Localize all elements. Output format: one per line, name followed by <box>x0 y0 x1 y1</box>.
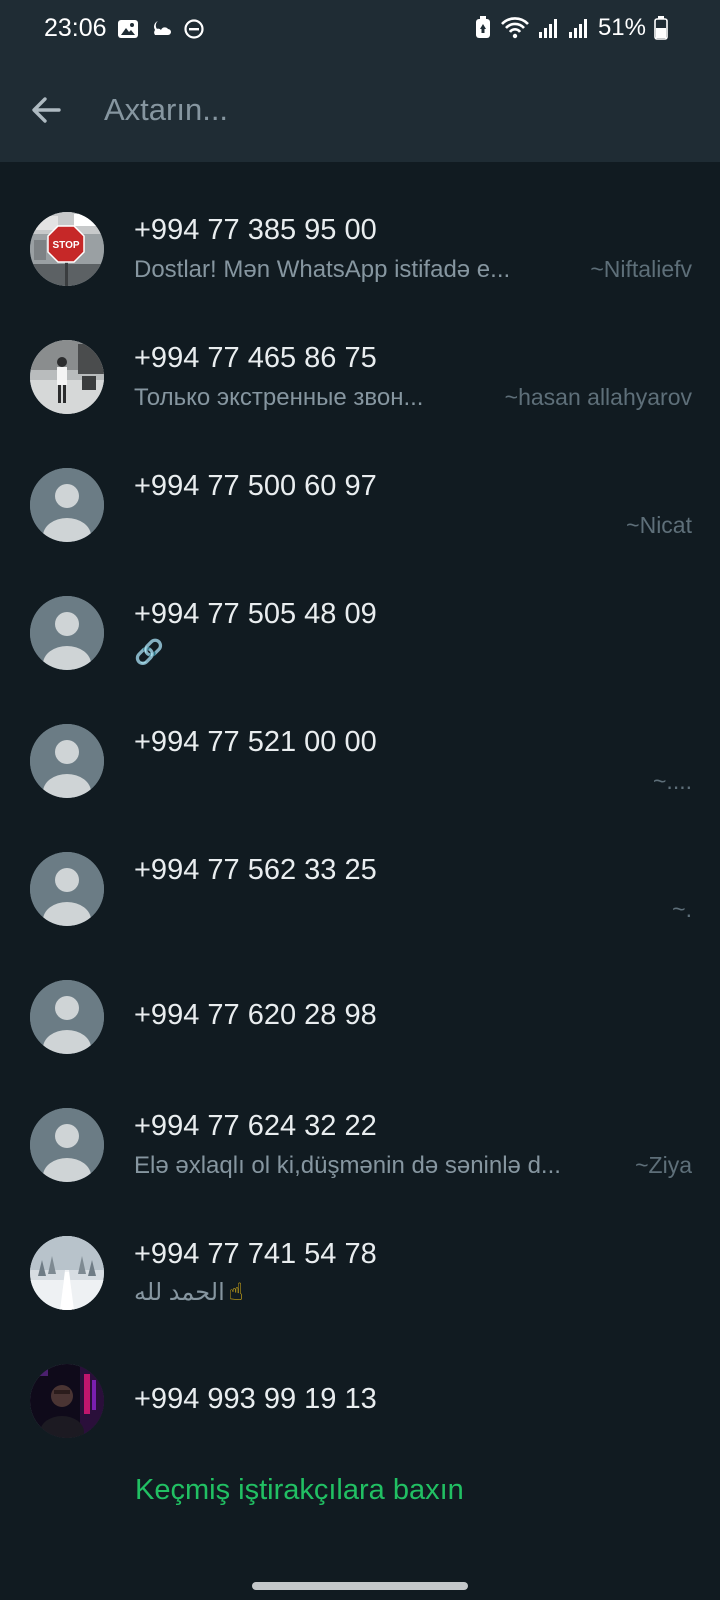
avatar[interactable] <box>30 852 104 926</box>
default-avatar-icon <box>30 852 104 926</box>
link-icon: 🔗 <box>134 639 164 666</box>
signal-icon <box>538 17 560 39</box>
contact-status-text: الحمد لله <box>134 1279 225 1306</box>
list-item[interactable]: +994 77 741 54 78 الحمد لله ☝ <box>0 1208 720 1336</box>
contact-status: 🔗 <box>134 638 164 667</box>
contact-pushname: ~Nicat <box>626 512 692 538</box>
contact-number: +994 77 521 00 00 <box>134 726 377 758</box>
contact-number: +994 77 385 95 00 <box>134 214 377 246</box>
avatar[interactable] <box>30 980 104 1054</box>
list-item[interactable]: +994 77 624 32 22 Elə əxlaqlı ol ki,düşm… <box>0 1080 720 1208</box>
navigation-bar <box>0 1540 720 1600</box>
battery-saver-icon <box>474 16 492 40</box>
contact-pushname: ~. <box>672 896 692 922</box>
contact-number: +994 77 500 60 97 <box>134 470 377 502</box>
contact-number: +994 77 620 28 98 <box>134 999 377 1031</box>
search-input[interactable] <box>104 82 684 138</box>
contact-list: STOP +994 77 385 95 00 Dostlar! Mən What… <box>0 184 720 1464</box>
contact-status: Elə əxlaqlı ol ki,düşmənin də səninlə d.… <box>134 1152 561 1179</box>
contact-status: الحمد لله ☝ <box>134 1278 243 1307</box>
list-item[interactable]: +994 993 99 19 13 <box>0 1336 720 1464</box>
list-item[interactable]: +994 77 500 60 97 ~Nicat <box>0 440 720 568</box>
battery-icon <box>654 16 668 40</box>
list-item[interactable]: +994 77 521 00 00 ~.... <box>0 696 720 824</box>
arrow-left-icon <box>32 97 61 123</box>
default-avatar-icon <box>30 1108 104 1182</box>
list-item[interactable]: +994 77 562 33 25 ~. <box>0 824 720 952</box>
signal-icon <box>568 17 590 39</box>
avatar[interactable] <box>30 468 104 542</box>
avatar[interactable] <box>30 1108 104 1182</box>
list-item[interactable]: +994 77 505 48 09 🔗 <box>0 568 720 696</box>
avatar[interactable] <box>30 1236 104 1310</box>
list-item[interactable]: +994 77 620 28 98 <box>0 952 720 1080</box>
svg-text:STOP: STOP <box>52 240 79 251</box>
contact-status: Только экстренные звон... <box>134 384 424 411</box>
contact-number: +994 993 99 19 13 <box>134 1383 377 1415</box>
gallery-icon <box>117 18 139 40</box>
contact-pushname: ~Niftaliefv <box>590 256 692 282</box>
contact-pushname: ~.... <box>653 768 692 794</box>
status-right: 51% <box>474 14 668 42</box>
avatar[interactable] <box>30 340 104 414</box>
contact-number: +994 77 505 48 09 <box>134 598 377 630</box>
back-button[interactable] <box>22 86 70 134</box>
default-avatar-icon <box>30 468 104 542</box>
contact-number: +994 77 624 32 22 <box>134 1110 377 1142</box>
contact-pushname: ~Ziya <box>635 1152 692 1178</box>
default-avatar-icon <box>30 724 104 798</box>
avatar[interactable]: STOP <box>30 212 104 286</box>
status-time: 23:06 <box>44 14 107 42</box>
battery-percentage: 51% <box>597 14 646 41</box>
status-left: 23:06 <box>44 14 205 43</box>
status-bar: 23:06 51% <box>0 0 720 60</box>
do-not-disturb-icon <box>183 18 205 40</box>
list-item[interactable]: +994 77 465 86 75 Только экстренные звон… <box>0 312 720 440</box>
avatar[interactable] <box>30 596 104 670</box>
past-participants-link[interactable]: Keçmiş iştirakçılara baxın <box>135 1474 464 1507</box>
default-avatar-icon <box>30 980 104 1054</box>
wifi-icon <box>500 16 530 40</box>
contact-number: +994 77 741 54 78 <box>134 1238 377 1270</box>
home-gesture-handle[interactable] <box>252 1582 468 1590</box>
avatar[interactable] <box>30 724 104 798</box>
weather-icon <box>149 18 173 40</box>
contact-number: +994 77 465 86 75 <box>134 342 377 374</box>
contact-status: Dostlar! Mən WhatsApp istifadə e... <box>134 256 511 283</box>
contact-pushname: ~hasan allahyarov <box>504 384 692 410</box>
default-avatar-icon <box>30 596 104 670</box>
contact-number: +994 77 562 33 25 <box>134 854 377 886</box>
search-app-bar <box>0 60 720 162</box>
avatar[interactable] <box>30 1364 104 1438</box>
list-item[interactable]: STOP +994 77 385 95 00 Dostlar! Mən What… <box>0 184 720 312</box>
pointing-up-icon: ☝ <box>228 1279 244 1306</box>
